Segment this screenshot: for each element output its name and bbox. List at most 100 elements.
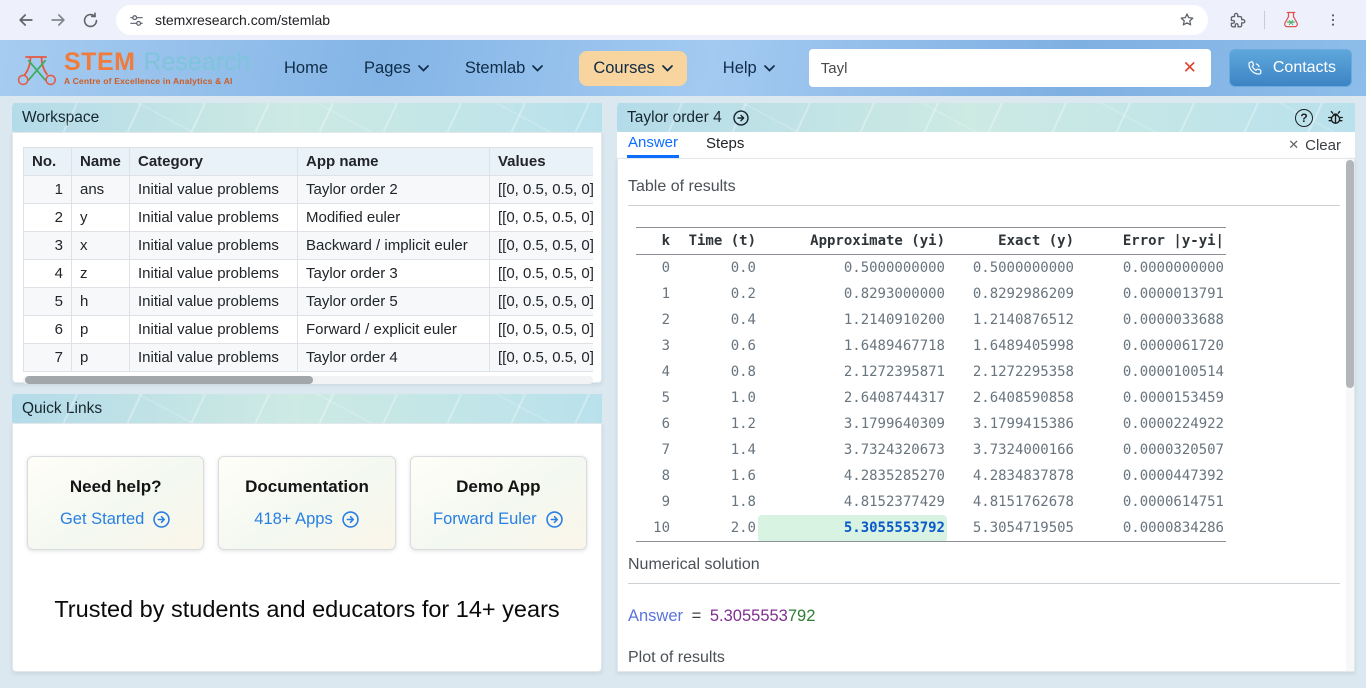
horizontal-scrollbar-thumb[interactable] xyxy=(25,376,313,384)
browser-toolbar: stemxresearch.com/stemlab xyxy=(0,0,1366,40)
col-header-app-name: App name xyxy=(298,148,490,176)
cell-k: 0 xyxy=(636,255,672,282)
results-row: 2 0.4 1.2140910200 1.2140876512 0.000003… xyxy=(636,307,1226,333)
workspace-row[interactable]: 5 h Initial value problems Taylor order … xyxy=(24,288,594,316)
help-icon[interactable]: ? xyxy=(1295,109,1313,127)
cell-error: 0.0000061720 xyxy=(1076,333,1226,359)
results-row: 7 1.4 3.7324320673 3.7324000166 0.000032… xyxy=(636,437,1226,463)
stem-extension-icon[interactable] xyxy=(1275,4,1307,36)
tab-answer[interactable]: Answer xyxy=(627,133,679,158)
forward-icon[interactable] xyxy=(42,4,74,36)
result-panel-header: Taylor order 4 ? xyxy=(617,103,1355,132)
vertical-scrollbar[interactable] xyxy=(1346,159,1354,671)
menu-item-help[interactable]: Help xyxy=(723,59,775,78)
cell-exact: 3.1799415386 xyxy=(947,411,1076,437)
cell-error: 0.0000000000 xyxy=(1076,255,1226,282)
cell-k: 10 xyxy=(636,515,672,542)
cell-values: [[0, 0.5, 0.5, 0] xyxy=(490,316,594,344)
quick-link[interactable]: Forward Euler xyxy=(433,510,564,529)
col-header-category: Category xyxy=(130,148,298,176)
cell-exact: 4.8151762678 xyxy=(947,489,1076,515)
trusted-tagline: Trusted by students and educators for 14… xyxy=(27,596,587,623)
plot-of-results-heading: Plot of results xyxy=(628,649,1340,667)
cell-no: 1 xyxy=(24,176,72,204)
results-row: 9 1.8 4.8152377429 4.8151762678 0.000061… xyxy=(636,489,1226,515)
result-tabs: Answer Steps ✕ Clear xyxy=(617,132,1355,158)
extensions-icon[interactable] xyxy=(1222,4,1254,36)
answer-value-main: 5.3055553 xyxy=(710,607,788,625)
cell-name: z xyxy=(72,260,130,288)
quick-link[interactable]: 418+ Apps xyxy=(254,510,359,529)
cell-time: 1.2 xyxy=(672,411,758,437)
bug-report-icon[interactable] xyxy=(1326,108,1345,127)
result-card: Table of results k Time (t) Approximate … xyxy=(617,158,1355,672)
col-header-name: Name xyxy=(72,148,130,176)
cell-approximate: 0.8293000000 xyxy=(758,281,947,307)
browser-menu-icon[interactable] xyxy=(1317,4,1349,36)
menu-item-courses[interactable]: Courses xyxy=(579,51,686,86)
results-row: 10 2.0 5.3055553792 5.3054719505 0.00008… xyxy=(636,515,1226,542)
workspace-row[interactable]: 6 p Initial value problems Forward / exp… xyxy=(24,316,594,344)
workspace-row[interactable]: 3 x Initial value problems Backward / im… xyxy=(24,232,594,260)
cell-values: [[0, 0.5, 0.5, 0] xyxy=(490,232,594,260)
quick-link-label: Get Started xyxy=(60,510,144,529)
workspace-title: Workspace xyxy=(22,109,99,127)
cell-error: 0.0000013791 xyxy=(1076,281,1226,307)
address-bar[interactable]: stemxresearch.com/stemlab xyxy=(116,5,1208,35)
menu-item-pages[interactable]: Pages xyxy=(364,59,429,78)
workspace-table: No. Name Category App name Values 1 an xyxy=(23,147,593,372)
horizontal-scrollbar[interactable] xyxy=(23,376,593,384)
results-row: 0 0.0 0.5000000000 0.5000000000 0.000000… xyxy=(636,255,1226,282)
contacts-button[interactable]: Contacts xyxy=(1229,49,1352,87)
cell-k: 9 xyxy=(636,489,672,515)
tab-steps[interactable]: Steps xyxy=(705,134,745,156)
cell-exact: 5.3054719505 xyxy=(947,515,1076,542)
quick-link[interactable]: Get Started xyxy=(60,510,171,529)
cell-time: 0.2 xyxy=(672,281,758,307)
col-error: Error |y-yi| xyxy=(1076,228,1226,255)
search-clear-icon[interactable]: ✕ xyxy=(1181,58,1199,78)
workspace-row[interactable]: 2 y Initial value problems Modified eule… xyxy=(24,204,594,232)
col-approximate: Approximate (yi) xyxy=(758,228,947,255)
cell-time: 0.0 xyxy=(672,255,758,282)
brand-logo[interactable]: STEM Research A Centre of Excellence in … xyxy=(14,47,252,89)
main-menu: Home Pages Stemlab Courses Help xyxy=(284,51,775,86)
bookmark-star-icon[interactable] xyxy=(1178,11,1196,29)
cell-category: Initial value problems xyxy=(130,288,298,316)
open-app-arrow-icon[interactable] xyxy=(732,109,750,127)
main-content: Workspace No. Name Category App name Val… xyxy=(0,96,1366,688)
cell-values: [[0, 0.5, 0.5, 0] xyxy=(490,344,594,372)
app-search-box[interactable]: ✕ xyxy=(809,49,1211,87)
url-text[interactable]: stemxresearch.com/stemlab xyxy=(155,12,1168,28)
search-input[interactable] xyxy=(821,60,1181,77)
cell-app-name: Backward / implicit euler xyxy=(298,232,490,260)
cell-no: 5 xyxy=(24,288,72,316)
workspace-row[interactable]: 1 ans Initial value problems Taylor orde… xyxy=(24,176,594,204)
cell-time: 0.4 xyxy=(672,307,758,333)
phone-icon xyxy=(1245,59,1264,78)
cell-k: 4 xyxy=(636,359,672,385)
quick-link-label: 418+ Apps xyxy=(254,510,332,529)
table-of-results-heading: Table of results xyxy=(628,178,1340,196)
clear-button[interactable]: ✕ Clear xyxy=(1288,137,1341,154)
workspace-row[interactable]: 4 z Initial value problems Taylor order … xyxy=(24,260,594,288)
cell-time: 2.0 xyxy=(672,515,758,542)
col-exact: Exact (y) xyxy=(947,228,1076,255)
menu-item-home[interactable]: Home xyxy=(284,59,328,78)
cell-k: 2 xyxy=(636,307,672,333)
clear-label: Clear xyxy=(1305,137,1341,154)
result-panel-title: Taylor order 4 xyxy=(627,109,722,127)
quick-links-header: Quick Links xyxy=(12,394,602,423)
vertical-scrollbar-thumb[interactable] xyxy=(1346,160,1354,388)
browser-actions xyxy=(1222,4,1349,36)
workspace-row[interactable]: 7 p Initial value problems Taylor order … xyxy=(24,344,594,372)
close-icon: ✕ xyxy=(1288,137,1299,153)
cell-no: 6 xyxy=(24,316,72,344)
menu-item-stemlab[interactable]: Stemlab xyxy=(465,59,544,78)
site-settings-icon[interactable] xyxy=(128,12,145,29)
cell-k: 7 xyxy=(636,437,672,463)
cell-approximate: 4.2835285270 xyxy=(758,463,947,489)
back-icon[interactable] xyxy=(10,4,42,36)
reload-icon[interactable] xyxy=(74,4,106,36)
cell-values: [[0, 0.5, 0.5, 0] xyxy=(490,176,594,204)
